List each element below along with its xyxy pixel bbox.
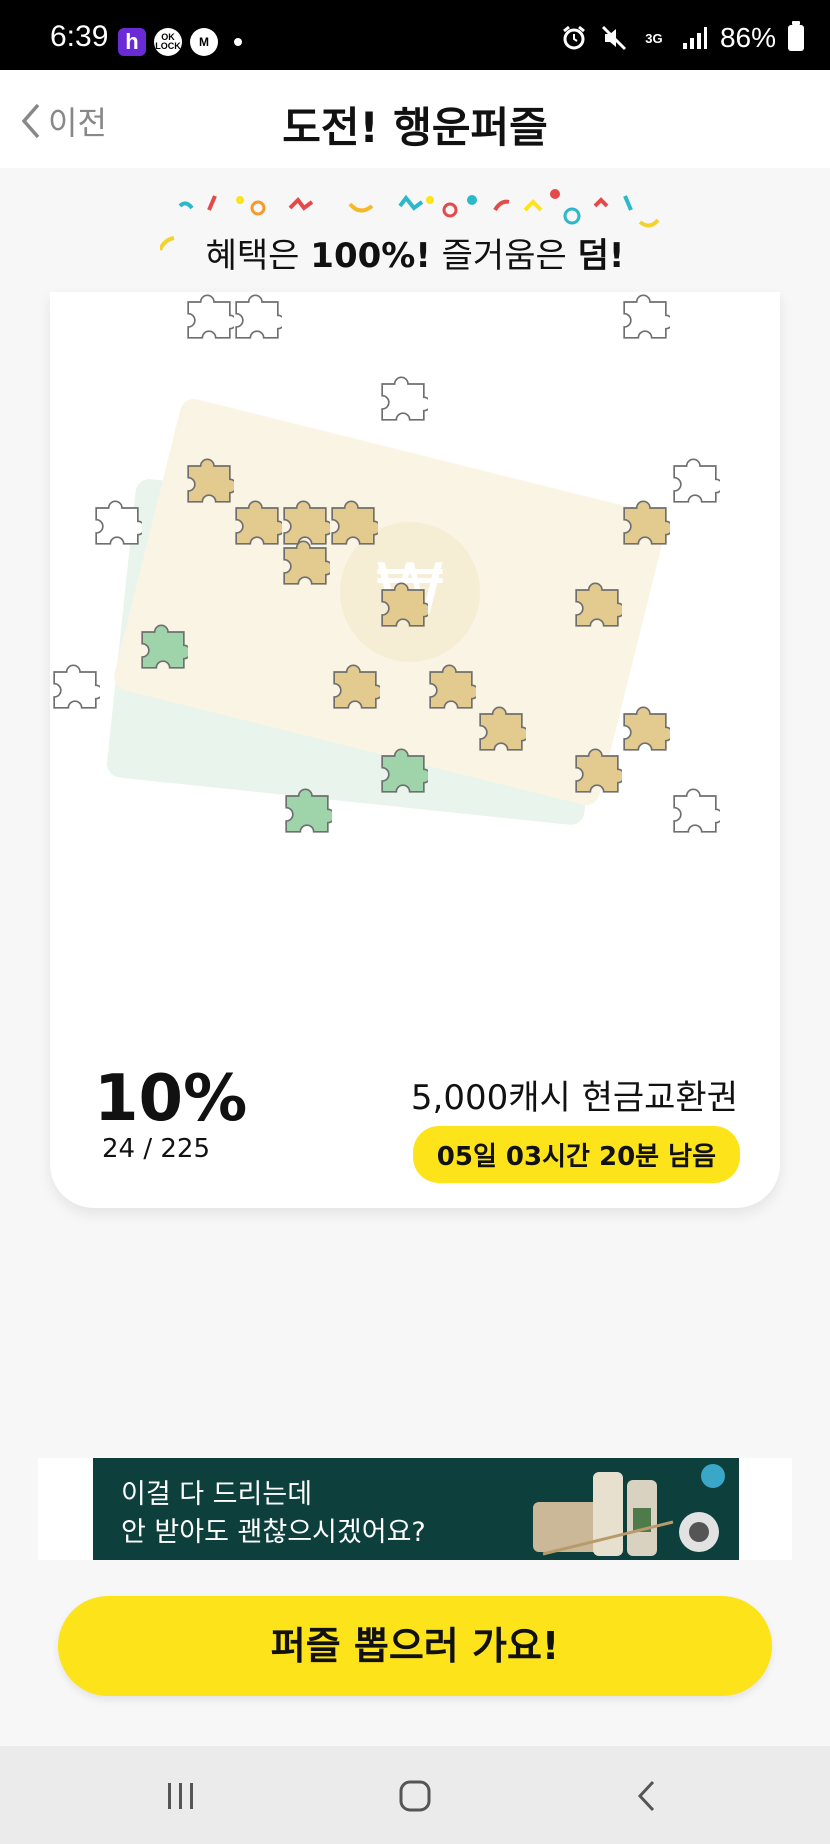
puzzle-piece-collected <box>479 706 526 751</box>
ad-banner[interactable]: 이걸 다 드리는데 안 받아도 괜찮으시겠어요? <box>38 1458 792 1560</box>
puzzle-piece-collected <box>623 706 670 751</box>
puzzle-piece-collected <box>575 748 622 793</box>
alarm-icon <box>560 24 588 52</box>
puzzle-piece-empty <box>235 294 282 339</box>
battery-percent: 86% <box>719 22 776 53</box>
puzzle-piece-collected <box>235 500 282 545</box>
ad-line-1: 이걸 다 드리는데 <box>121 1479 313 1510</box>
puzzle-piece-collected <box>187 458 234 503</box>
promo-bold-1: 100%! <box>310 236 431 276</box>
prize-label: 5,000캐시 현금교환권 <box>410 1078 738 1118</box>
mute-icon <box>600 24 628 52</box>
product-bottles-illustration <box>533 1464 725 1556</box>
recent-apps-button[interactable] <box>156 1776 206 1816</box>
oklock-icon: OK LOCK <box>154 28 182 56</box>
puzzle-piece-collected <box>283 540 330 585</box>
puzzle-piece-empty <box>673 788 720 833</box>
puzzle-piece-collected <box>283 500 330 545</box>
promo-bold-2: 덤! <box>577 236 625 276</box>
puzzle-board: ₩ <box>53 294 720 833</box>
puzzle-piece-collected <box>331 500 378 545</box>
promo-tagline: 혜택은 100%! 즐거움은 덤! <box>0 228 830 277</box>
recent-apps-icon <box>168 1783 193 1809</box>
app-header: 이전 도전! 행운퍼즐 <box>0 70 830 168</box>
puzzle-piece-empty <box>673 458 720 503</box>
m-app-icon: M <box>190 28 218 56</box>
progress-percent: 10% <box>94 1062 248 1136</box>
promo-middle: 즐거움은 <box>430 236 578 276</box>
back-nav-button[interactable] <box>622 1776 672 1816</box>
battery-icon <box>788 21 804 51</box>
puzzle-piece-collected <box>381 582 428 627</box>
puzzle-piece-empty <box>95 500 142 545</box>
page-title: 도전! 행운퍼즐 <box>282 103 548 152</box>
puzzle-piece-collected <box>285 788 332 833</box>
network-3g-icon: 3G <box>645 30 663 46</box>
progress-count: 24 / 225 <box>102 1134 210 1164</box>
puzzle-piece-empty <box>623 294 670 339</box>
puzzle-piece-collected <box>141 624 188 669</box>
puzzle-piece-collected <box>381 748 428 793</box>
get-puzzle-button[interactable]: 퍼즐 뽑으러 가요! <box>58 1596 772 1696</box>
ad-line-2: 안 받아도 괜찮으시겠어요? <box>121 1517 426 1548</box>
status-app-icons: h OK LOCK M <box>118 28 242 56</box>
signal-icon <box>680 24 708 52</box>
system-nav-bar <box>0 1746 830 1844</box>
promo-prefix: 혜택은 <box>205 236 311 276</box>
home-button[interactable] <box>390 1776 440 1816</box>
puzzle-card: ₩ <box>50 292 780 1208</box>
ad-banner-image[interactable]: 이걸 다 드리는데 안 받아도 괜찮으시겠어요? <box>93 1458 739 1560</box>
status-right: 3G 86% <box>560 21 804 54</box>
puzzle-piece-empty <box>381 376 428 421</box>
home-icon <box>399 1780 431 1812</box>
status-time: 6:39 <box>50 20 109 53</box>
puzzle-piece-collected <box>333 664 380 709</box>
puzzle-piece-collected <box>623 500 670 545</box>
notification-dot <box>234 38 242 46</box>
h-app-icon: h <box>118 28 146 56</box>
back-nav-icon <box>637 1780 655 1812</box>
puzzle-piece-collected <box>575 582 622 627</box>
puzzle-piece-empty <box>187 294 234 339</box>
puzzle-piece-empty <box>53 664 100 709</box>
status-bar: 6:39 h OK LOCK M 3G 86% <box>0 0 830 70</box>
time-remaining-badge: 05일 03시간 20분 남음 <box>412 1126 740 1183</box>
puzzle-piece-collected <box>429 664 476 709</box>
